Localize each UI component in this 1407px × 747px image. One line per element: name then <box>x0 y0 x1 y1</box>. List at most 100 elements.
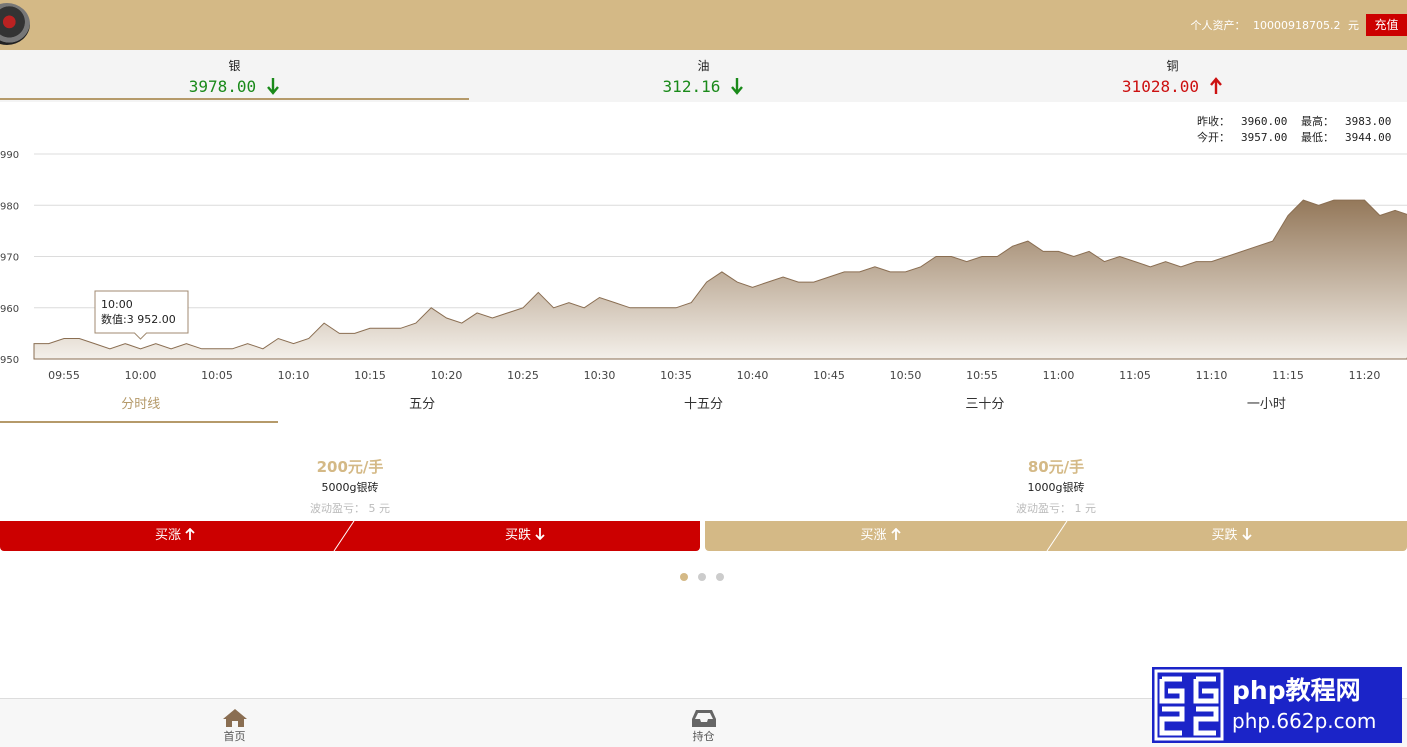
tooltip-value: 数值:3 952.00 <box>101 313 176 326</box>
tooltip-value-label: 数值: <box>101 313 127 326</box>
x-tick-label: 11:20 <box>1349 369 1381 382</box>
buy-up-button[interactable]: 买涨 <box>0 521 350 551</box>
recharge-button[interactable]: 充值 <box>1366 14 1407 36</box>
x-tick-label: 10:20 <box>431 369 463 382</box>
assets-display: 个人资产： 10000918705.2 元 <box>1187 17 1359 33</box>
product-price: 200元/手 <box>316 458 384 476</box>
buy-down-label: 买跌 <box>1211 528 1238 543</box>
x-tick-label: 11:05 <box>1119 369 1151 382</box>
buy-up-button[interactable]: 买涨 <box>705 521 1056 551</box>
nav-home[interactable]: 首页 <box>0 699 469 747</box>
carousel-dot[interactable] <box>716 573 724 581</box>
x-tick-label: 10:10 <box>278 369 310 382</box>
product-card-1000g: 80元/手 1000g银砖 波动盈亏： 1 元 <box>705 456 1407 520</box>
high-label: 最高： <box>1301 115 1334 128</box>
divider-slash <box>333 521 355 551</box>
trade-buttons-5000g: 买涨 买跌 <box>0 521 700 551</box>
ticker-name: 银 <box>228 59 241 73</box>
tooltip-value-number: 3 952.00 <box>127 313 176 326</box>
trade-buttons-1000g: 买涨 买跌 <box>705 521 1407 551</box>
volatility-value: 1 <box>1074 502 1082 515</box>
x-tick-label: 10:30 <box>584 369 616 382</box>
watermark-logo-icon <box>1152 667 1226 743</box>
y-tick-label: 960 <box>0 304 19 315</box>
volatility-label: 波动盈亏： <box>1016 502 1071 515</box>
ticker-price: 31028.00 <box>1121 77 1199 96</box>
ticker-silver[interactable]: 银 3978.00 <box>0 50 469 102</box>
inbox-icon <box>691 710 716 727</box>
x-tick-label: 11:00 <box>1043 369 1075 382</box>
nav-positions[interactable]: 持仓 <box>469 699 938 747</box>
arrow-up-icon <box>185 527 195 540</box>
arrow-down-icon <box>1241 528 1252 541</box>
ticker-oil[interactable]: 油 312.16 <box>469 50 938 102</box>
prev-close-value: 3960.00 <box>1241 115 1288 128</box>
divider-slash <box>1046 521 1068 551</box>
ticker-price: 312.16 <box>662 77 721 96</box>
carousel-dot[interactable] <box>698 573 706 581</box>
prev-close-label: 昨收： <box>1197 115 1230 128</box>
ticker-name: 油 <box>697 59 710 73</box>
y-tick-label: 990 <box>0 150 19 161</box>
buy-down-button[interactable]: 买跌 <box>350 521 700 551</box>
arrow-down-icon <box>731 78 744 95</box>
carousel-dot[interactable] <box>680 573 688 581</box>
x-tick-label: 10:05 <box>201 369 233 382</box>
x-tick-label: 11:15 <box>1272 369 1304 382</box>
period-tabs: 分时线 五分 十五分 三十分 一小时 <box>0 392 1407 424</box>
ticker-copper[interactable]: 铜 31028.00 <box>938 50 1407 102</box>
top-header: 个人资产： 10000918705.2 元 充值 <box>0 0 1407 50</box>
x-tick-label: 10:25 <box>507 369 539 382</box>
x-tick-label: 10:45 <box>813 369 845 382</box>
volatility-value: 5 <box>368 502 376 515</box>
tooltip-time: 10:00 <box>101 298 133 311</box>
y-tick-label: 980 <box>0 201 19 212</box>
arrow-up-icon <box>890 527 901 540</box>
high-value: 3983.00 <box>1345 115 1392 128</box>
arrow-up-icon <box>1210 77 1222 94</box>
x-tick-label: 10:40 <box>737 369 769 382</box>
product-desc: 5000g银砖 <box>321 481 379 494</box>
chart-tooltip: 10:00 数值:3 952.00 <box>94 290 189 340</box>
tab-one-hour[interactable]: 一小时 <box>1126 392 1407 424</box>
volatility-unit: 元 <box>379 502 390 515</box>
x-axis: 09:55 10:00 10:05 10:10 10:15 10:20 10:25 10:30… <box>48 369 1380 382</box>
product-desc: 1000g银砖 <box>1027 481 1085 494</box>
ticker-price: 3978.00 <box>188 77 257 96</box>
tab-five-min[interactable]: 五分 <box>281 392 562 424</box>
buy-up-label: 买涨 <box>154 528 181 543</box>
product-card-5000g: 200元/手 5000g银砖 波动盈亏： 5 元 <box>0 456 700 520</box>
nav-positions-label: 持仓 <box>692 730 715 743</box>
y-axis: 990 980 970 960 950 <box>0 150 19 366</box>
product-price: 80元/手 <box>1027 458 1085 476</box>
tab-minute-line[interactable]: 分时线 <box>0 392 281 424</box>
avatar[interactable] <box>0 3 30 45</box>
assets-label: 个人资产： <box>1190 19 1246 32</box>
y-tick-label: 970 <box>0 253 19 264</box>
home-icon <box>222 709 247 727</box>
nav-home-label: 首页 <box>223 730 246 743</box>
price-chart[interactable]: 990 980 970 960 950 09:55 10:00 10:05 10:10 10:1… <box>0 140 1407 390</box>
volatility-unit: 元 <box>1085 502 1096 515</box>
x-tick-label: 11:10 <box>1196 369 1228 382</box>
x-tick-label: 10:50 <box>890 369 922 382</box>
watermark-url: php.662p.com <box>1232 709 1377 733</box>
price-area <box>33 199 1407 360</box>
tab-thirty-min[interactable]: 三十分 <box>844 392 1125 424</box>
x-tick-label: 09:55 <box>48 369 80 382</box>
arrow-down-icon <box>267 78 280 95</box>
y-tick-label: 950 <box>0 355 19 366</box>
buy-up-label: 买涨 <box>860 528 887 543</box>
x-tick-label: 10:35 <box>660 369 692 382</box>
carousel-dots <box>680 573 724 581</box>
buy-down-label: 买跌 <box>504 528 531 543</box>
x-tick-label: 10:00 <box>125 369 157 382</box>
arrow-down-icon <box>535 528 545 541</box>
buy-down-button[interactable]: 买跌 <box>1056 521 1407 551</box>
product-volatility: 波动盈亏： 1 元 <box>705 498 1407 520</box>
watermark-brand: php教程网 <box>1232 676 1361 705</box>
x-tick-label: 10:15 <box>354 369 386 382</box>
product-volatility: 波动盈亏： 5 元 <box>0 498 700 520</box>
x-tick-label: 10:55 <box>966 369 998 382</box>
tab-fifteen-min[interactable]: 十五分 <box>563 392 844 424</box>
